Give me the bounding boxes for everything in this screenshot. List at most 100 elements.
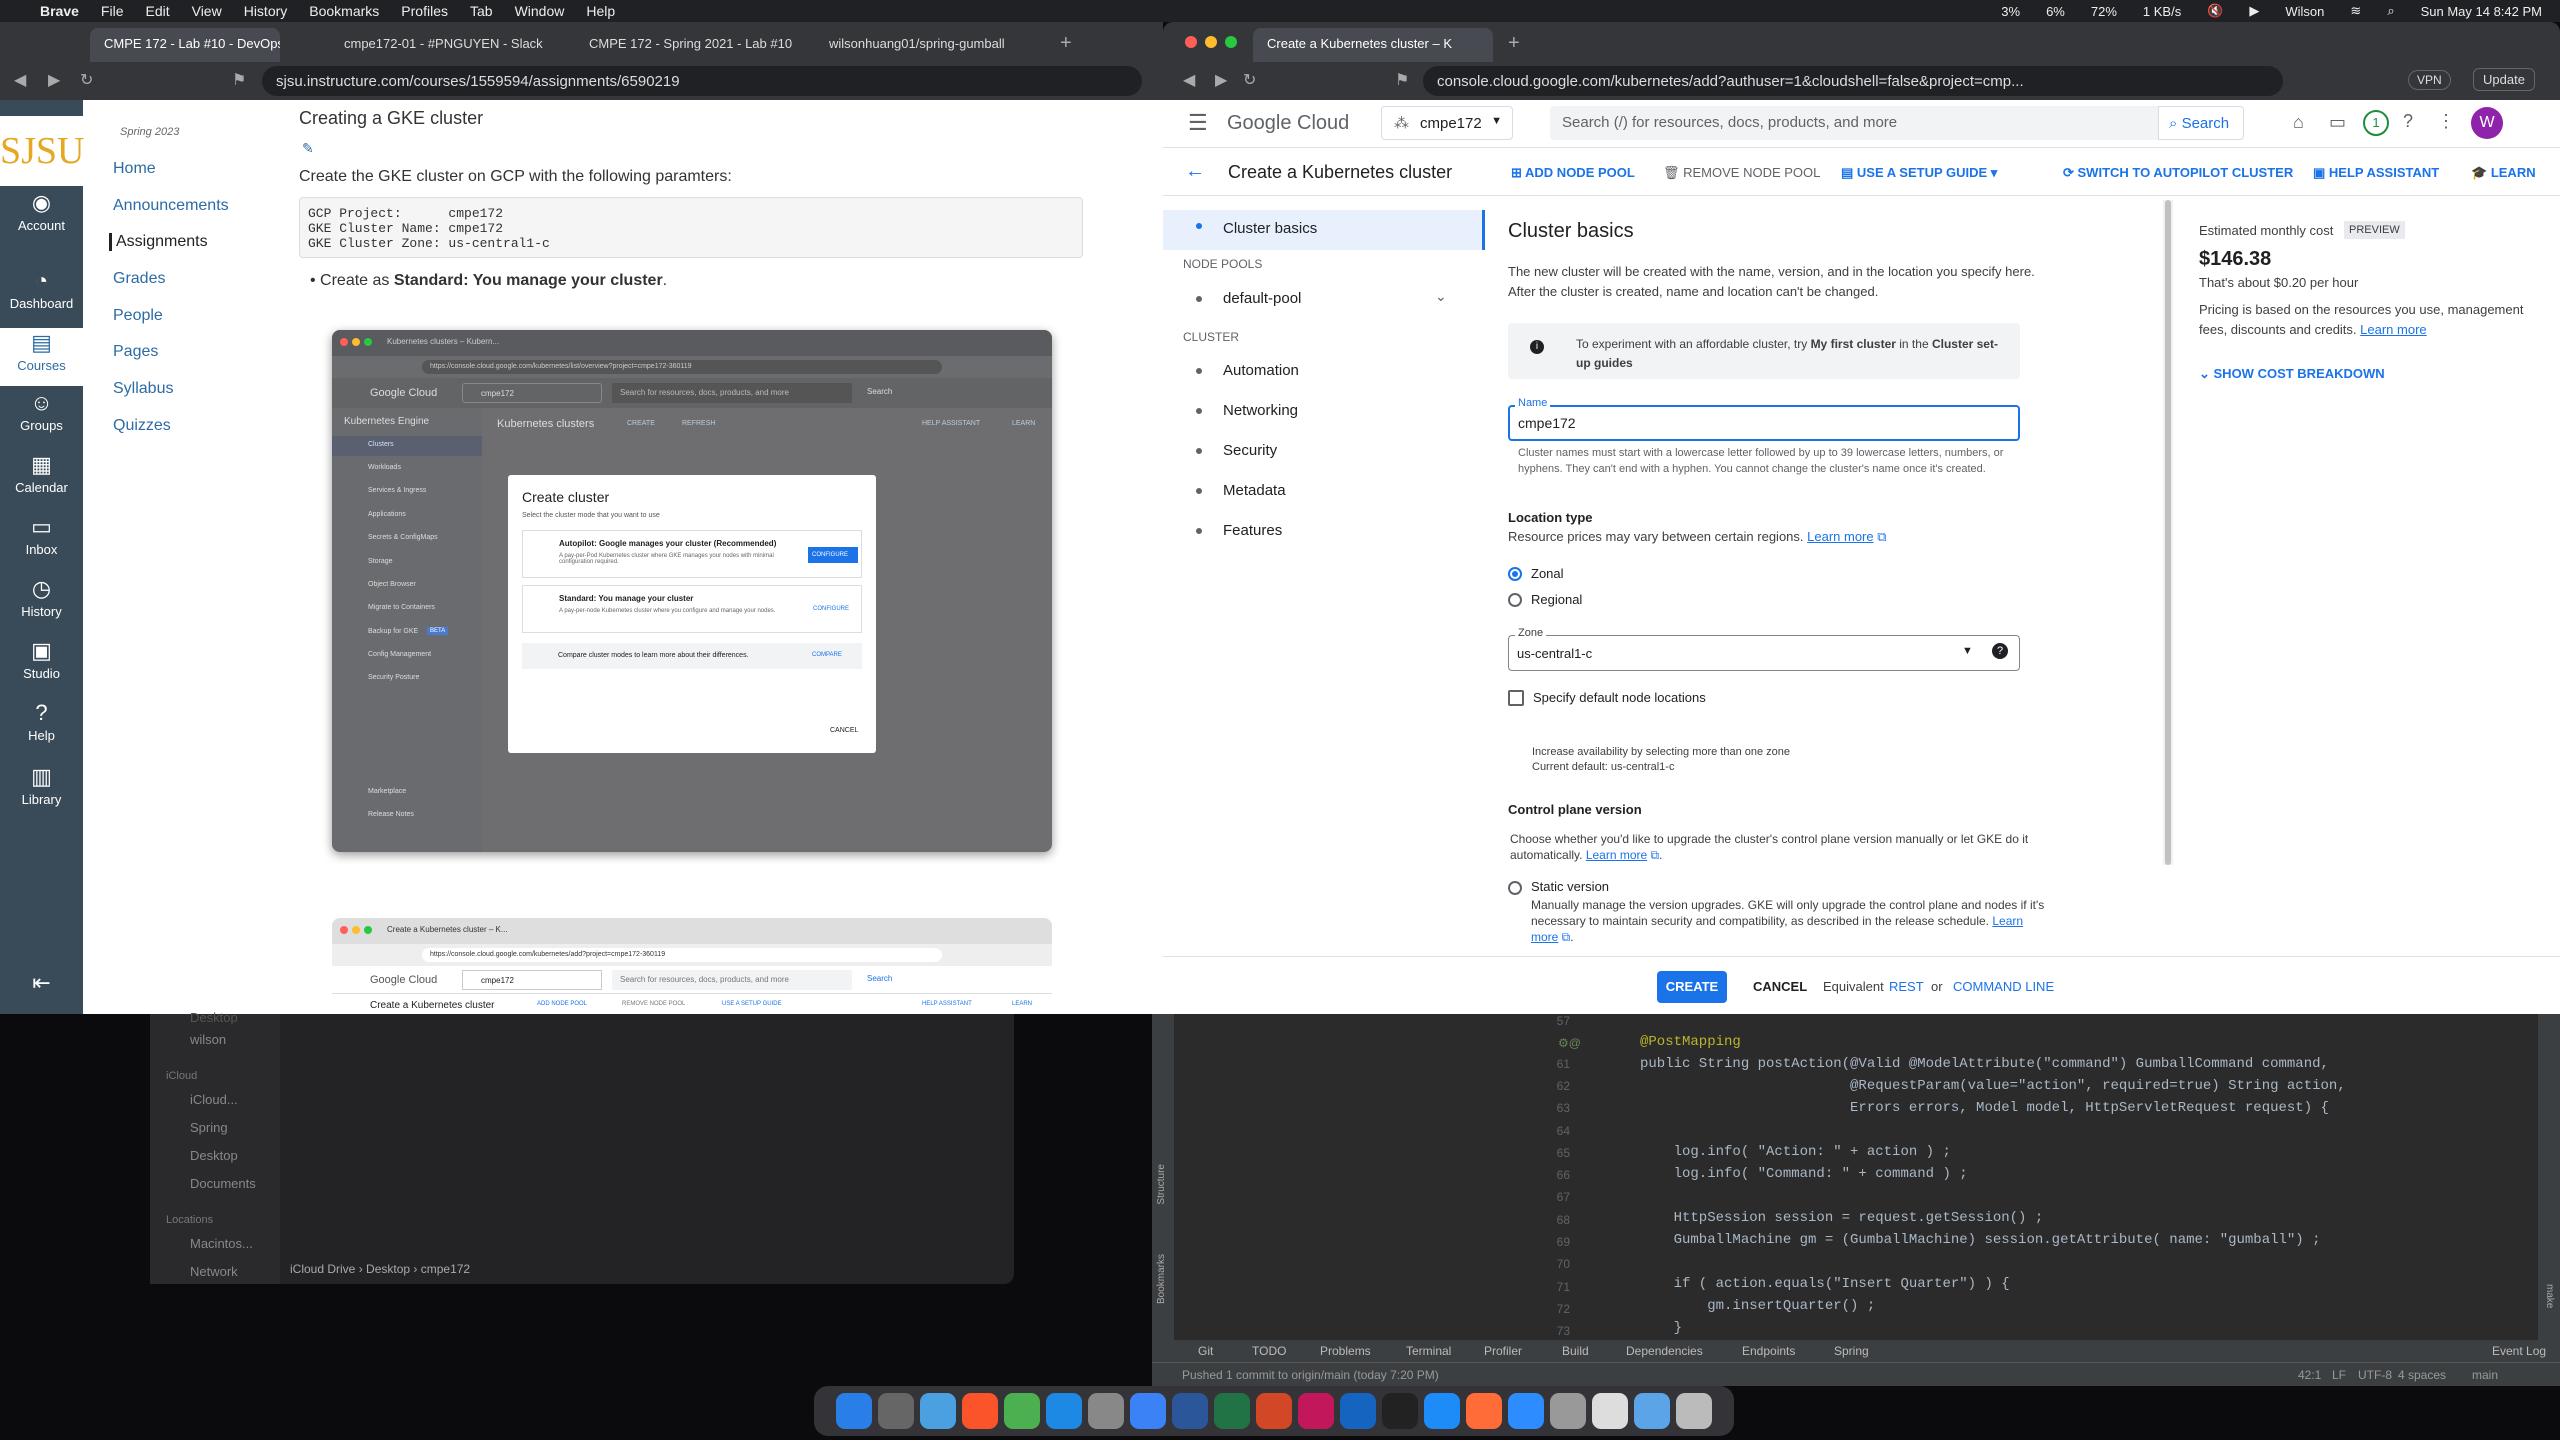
collapse-nav-icon[interactable]: ⇤ <box>0 970 83 996</box>
sjsu-logo[interactable]: SJSU <box>0 116 85 186</box>
google-cloud-logo[interactable]: Google Cloud <box>1227 112 1349 135</box>
menu-view[interactable]: View <box>192 3 222 19</box>
edit-icon[interactable]: ✎ <box>302 140 314 157</box>
finder-item-documents[interactable]: Documents <box>190 1176 256 1191</box>
tab-slack[interactable]: cmpe172-01 - #PNGUYEN - Slack <box>330 28 560 62</box>
tab-github[interactable]: wilsonhuang01/spring-gumball <box>815 28 1045 62</box>
nav-calendar[interactable]: ▦ Calendar <box>0 452 83 495</box>
menu-profiles[interactable]: Profiles <box>401 3 448 19</box>
course-nav-quizzes[interactable]: Quizzes <box>113 417 171 435</box>
status-line-ending[interactable]: LF <box>2332 1368 2346 1382</box>
menu-bookmarks[interactable]: Bookmarks <box>309 3 379 19</box>
nav-studio[interactable]: ▣ Studio <box>0 638 83 681</box>
terminal-icon[interactable] <box>1382 1393 1418 1429</box>
finder-path-1[interactable]: Desktop <box>366 1262 410 1276</box>
account-avatar[interactable]: W <box>2471 107 2503 139</box>
search-button[interactable]: ⌕ Search <box>2158 106 2244 140</box>
forward-icon[interactable]: ▶ <box>48 70 60 90</box>
window-close-button[interactable] <box>1185 36 1197 48</box>
bookmark-icon[interactable]: ⚑ <box>1395 70 1409 90</box>
brave-icon[interactable] <box>962 1393 998 1429</box>
wifi-icon[interactable]: ≋ <box>2350 3 2361 19</box>
trash-icon[interactable] <box>1676 1393 1712 1429</box>
intellij-icon[interactable] <box>1298 1393 1334 1429</box>
expand-icon[interactable]: ⌄ <box>1435 288 1447 305</box>
cloud-shell-icon[interactable]: ▭ <box>2329 112 2346 133</box>
create-button[interactable]: CREATE <box>1657 971 1727 1003</box>
help-assistant-button[interactable]: ▣ HELP ASSISTANT <box>2313 165 2439 181</box>
course-nav-grades[interactable]: Grades <box>113 270 165 288</box>
powerpoint-icon[interactable] <box>1256 1393 1292 1429</box>
project-picker[interactable]: ⁂ cmpe172 ▼ <box>1381 106 1513 140</box>
tool-git[interactable]: Git <box>1198 1344 1213 1358</box>
course-nav-home[interactable]: Home <box>113 160 156 178</box>
course-nav-syllabus[interactable]: Syllabus <box>113 380 173 398</box>
scrollbar-thumb[interactable] <box>2165 200 2171 865</box>
search-icon[interactable]: ⌕ <box>2387 3 2394 19</box>
nav-help[interactable]: ? Help <box>0 700 83 743</box>
show-cost-breakdown-button[interactable]: ⌄ SHOW COST BREAKDOWN <box>2199 366 2385 382</box>
tab-cmpe-2021[interactable]: CMPE 172 - Spring 2021 - Lab #10 <box>575 28 805 62</box>
cluster-name-field[interactable]: cmpe172 <box>1508 405 2020 441</box>
run-gutter-icon[interactable]: ⚙@ <box>1558 1036 1581 1050</box>
preview-icon[interactable] <box>1088 1393 1124 1429</box>
nav-account[interactable]: ◉ Account <box>0 190 83 233</box>
textedit-icon[interactable] <box>1592 1393 1628 1429</box>
tab-canvas-lab[interactable]: CMPE 172 - Lab #10 - DevOps ( <box>90 28 280 62</box>
nav-security[interactable]: Security <box>1195 442 1277 459</box>
reload-icon[interactable]: ↻ <box>1243 70 1256 90</box>
regional-radio[interactable] <box>1508 593 1522 607</box>
tool-todo[interactable]: TODO <box>1252 1344 1286 1358</box>
add-node-pool-button[interactable]: ⊞ ADD NODE POOL <box>1511 165 1635 181</box>
location-learn-more-link[interactable]: Learn more <box>1807 529 1873 544</box>
nav-inbox[interactable]: ▭ Inbox <box>0 514 83 557</box>
nav-courses[interactable]: ▤ Courses <box>0 328 83 386</box>
excel-icon[interactable] <box>1214 1393 1250 1429</box>
ide-make-tab[interactable]: make <box>2544 1284 2555 1308</box>
nav-cluster-basics[interactable]: Cluster basics <box>1163 210 1485 250</box>
tool-build[interactable]: Build <box>1562 1344 1589 1358</box>
update-button[interactable]: Update <box>2473 68 2535 91</box>
course-nav-people[interactable]: People <box>113 307 163 325</box>
nav-networking[interactable]: Networking <box>1195 402 1298 419</box>
datetime[interactable]: Sun May 14 8:42 PM <box>2421 4 2542 19</box>
gke-address-bar[interactable]: console.cloud.google.com/kubernetes/add?… <box>1423 66 2283 96</box>
tool-problems[interactable]: Problems <box>1320 1344 1371 1358</box>
status-position[interactable]: 42:1 <box>2298 1368 2321 1382</box>
menu-file[interactable]: File <box>101 3 124 19</box>
menu-history[interactable]: History <box>244 3 288 19</box>
zoom-icon[interactable] <box>1508 1393 1544 1429</box>
specify-locations-checkbox[interactable] <box>1508 690 1524 706</box>
window-minimize-button[interactable] <box>1205 36 1217 48</box>
switch-autopilot-button[interactable]: ⟳ SWITCH TO AUTOPILOT CLUSTER <box>2063 165 2293 181</box>
finder-path-2[interactable]: cmpe172 <box>421 1262 470 1276</box>
gift-icon[interactable]: ⌂ <box>2293 112 2304 133</box>
notifications-badge[interactable]: 1 <box>2363 110 2389 136</box>
hamburger-menu-icon[interactable]: ☰ <box>1188 110 1208 136</box>
launchpad-icon[interactable] <box>878 1393 914 1429</box>
window-zoom-button[interactable] <box>1225 36 1237 48</box>
menu-help[interactable]: Help <box>586 3 615 19</box>
setup-guide-button[interactable]: ▤ USE A SETUP GUIDE ▾ <box>1841 165 1997 181</box>
nav-library[interactable]: ▥ Library <box>0 764 83 807</box>
bookmark-icon[interactable]: ⚑ <box>232 70 246 90</box>
play-icon[interactable]: ▶ <box>2249 3 2259 19</box>
vpn-button[interactable]: VPN <box>2408 70 2451 90</box>
command-line-link[interactable]: COMMAND LINE <box>1953 979 2054 994</box>
vscode-icon[interactable] <box>1340 1393 1376 1429</box>
finder-item-wilson[interactable]: wilson <box>190 1032 226 1047</box>
form-scrollbar[interactable] <box>2163 200 2173 865</box>
help-icon[interactable]: ? <box>2403 111 2413 132</box>
mail-icon[interactable] <box>1130 1393 1166 1429</box>
ide-bookmarks-tab[interactable]: Bookmarks <box>1156 1254 1167 1304</box>
word-icon[interactable] <box>1172 1393 1208 1429</box>
reload-icon[interactable]: ↻ <box>80 70 93 90</box>
postman-icon[interactable] <box>1466 1393 1502 1429</box>
nav-features[interactable]: Features <box>1195 522 1282 539</box>
new-tab-icon[interactable]: + <box>1060 32 1072 55</box>
chrome-icon[interactable] <box>1004 1393 1040 1429</box>
menu-window[interactable]: Window <box>515 3 565 19</box>
network-globe-icon[interactable] <box>920 1393 956 1429</box>
status-indent[interactable]: 4 spaces <box>2398 1368 2446 1382</box>
nav-automation[interactable]: Automation <box>1196 362 1299 379</box>
